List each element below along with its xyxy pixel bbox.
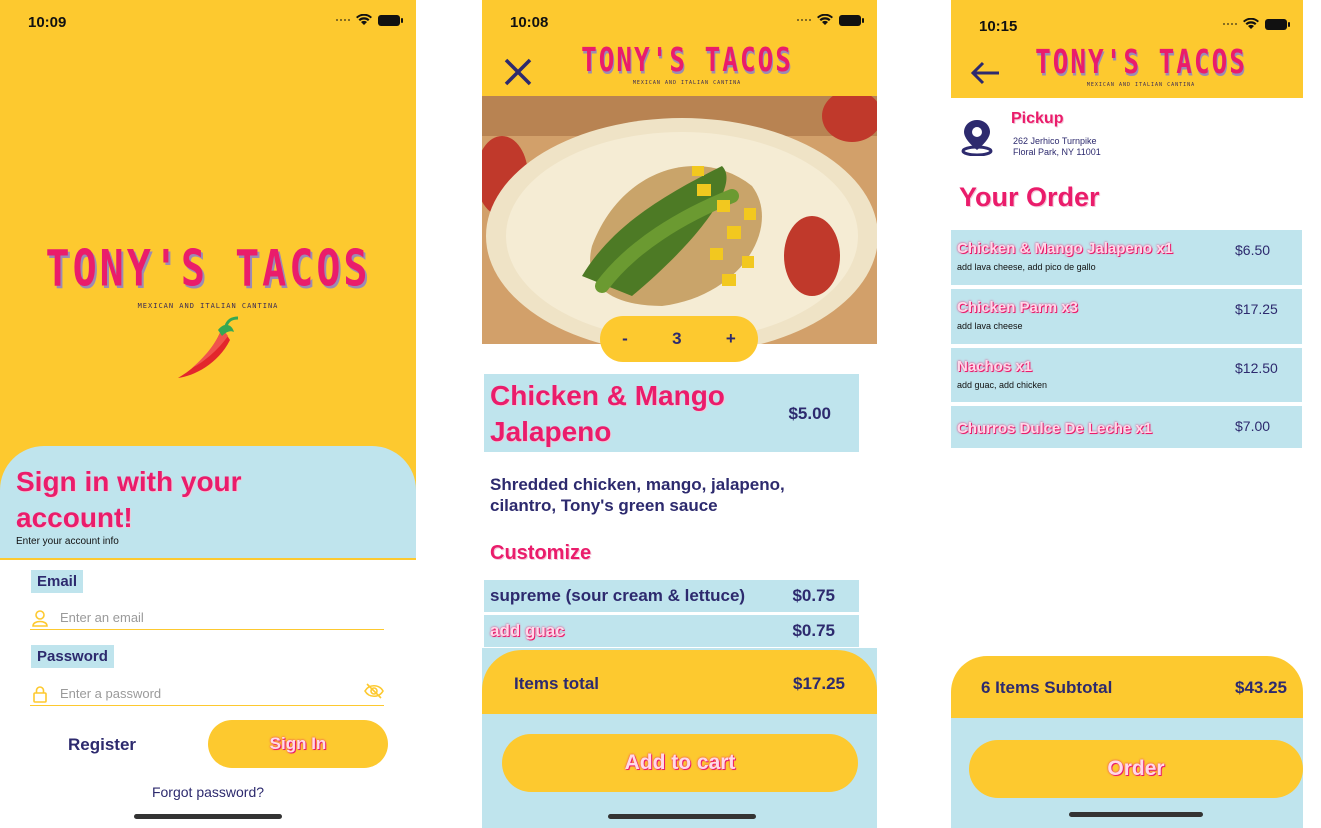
signal-icon xyxy=(1223,23,1237,25)
option-label: add guac xyxy=(490,621,565,640)
order-item-price: $7.00 xyxy=(1235,418,1271,434)
item-title-box: Chicken & Mango Jalapeno $5.00 xyxy=(484,374,859,452)
order-item-name: Chicken & Mango Jalapeno x1 xyxy=(957,240,1173,257)
order-item-mods: add lava cheese xyxy=(957,321,1023,331)
order-screen: 10:15 TONY'S TACOS MEXICAN AND ITALIAN C… xyxy=(951,0,1303,828)
status-bar: 10:08 xyxy=(482,0,877,40)
signin-button[interactable]: Sign In xyxy=(208,720,388,768)
status-bar: 10:09 xyxy=(0,0,416,40)
subtotal-label: 6 Items Subtotal xyxy=(981,678,1113,697)
email-field[interactable]: Enter an email xyxy=(30,606,384,630)
status-icons xyxy=(1223,18,1290,30)
chili-pepper-icon xyxy=(178,316,239,378)
order-item-mods: add guac, add chicken xyxy=(957,380,1048,390)
brand-logo: TONY'S TACOS MEXICAN AND ITALIAN CANTINA xyxy=(1031,44,1251,88)
status-bar: 10:15 xyxy=(951,0,1303,40)
item-screen: 10:08 TONY'S TACOS MEXICAN AND ITALIAN C… xyxy=(482,0,877,828)
order-line-item[interactable]: Churros Dulce De Leche x1 $7.00 xyxy=(951,406,1302,448)
option-price: $0.75 xyxy=(792,621,835,640)
order-item-name: Chicken Parm x3 xyxy=(957,299,1078,316)
pickup-address: 262 Jerhico Turnpike Floral Park, NY 110… xyxy=(1013,136,1101,158)
wifi-icon xyxy=(356,14,372,25)
order-item-price: $12.50 xyxy=(1235,360,1278,376)
signin-screen: 10:09 TONY'S TACOS MEXICAN AND ITALIAN C… xyxy=(0,0,416,828)
order-item-price: $17.25 xyxy=(1235,301,1278,317)
signin-subhead: Enter your account info xyxy=(16,536,119,547)
brand-name: TONY'S TACOS xyxy=(45,240,371,298)
option-label: supreme (sour cream & lettuce) xyxy=(490,586,746,605)
lock-icon xyxy=(30,684,50,704)
eye-off-icon[interactable] xyxy=(364,683,384,704)
order-item-name: Nachos x1 xyxy=(957,358,1033,375)
status-icons xyxy=(797,14,864,26)
battery-icon xyxy=(378,14,403,26)
home-indicator xyxy=(608,814,756,819)
status-time: 10:09 xyxy=(28,14,67,31)
quantity-decrease-button[interactable]: - xyxy=(622,329,628,349)
signal-icon xyxy=(336,19,350,21)
password-placeholder: Enter a password xyxy=(60,686,162,701)
order-item-mods: add lava cheese, add pico de gallo xyxy=(957,262,1096,272)
items-total-bar: Items total $17.25 xyxy=(482,650,877,714)
email-label: Email xyxy=(31,570,84,593)
order-button[interactable]: Order xyxy=(969,740,1303,798)
item-description: Shredded chicken, mango, jalapeno, cilan… xyxy=(490,475,785,515)
location-pin-icon xyxy=(961,120,993,156)
item-price: $5.00 xyxy=(788,404,831,423)
subtotal-bar: 6 Items Subtotal $43.25 xyxy=(951,656,1303,718)
quantity-value: 3 xyxy=(672,329,682,348)
brand-tagline: MEXICAN AND ITALIAN CANTINA xyxy=(632,80,742,86)
email-placeholder: Enter an email xyxy=(60,610,144,625)
back-arrow-icon[interactable] xyxy=(969,60,1001,86)
address-line-2: Floral Park, NY 11001 xyxy=(1013,147,1101,157)
order-item-price: $6.50 xyxy=(1235,242,1271,258)
customize-heading: Customize xyxy=(490,542,592,564)
wifi-icon xyxy=(817,14,833,25)
password-field[interactable]: Enter a password xyxy=(30,682,384,706)
items-total-value: $17.25 xyxy=(793,674,845,693)
item-name: Chicken & Mango Jalapeno xyxy=(490,380,725,447)
your-order-heading: Your Order xyxy=(959,182,1100,212)
battery-icon xyxy=(1265,18,1290,30)
battery-icon xyxy=(839,14,864,26)
home-indicator xyxy=(1069,812,1203,817)
address-line-1: 262 Jerhico Turnpike xyxy=(1013,136,1097,146)
user-icon xyxy=(30,608,50,628)
add-to-cart-button[interactable]: Add to cart xyxy=(502,734,858,792)
option-row-selected[interactable]: add guac $0.75 xyxy=(484,615,859,647)
option-price: $0.75 xyxy=(792,586,835,605)
quantity-increase-button[interactable]: + xyxy=(726,329,736,349)
taco-photo xyxy=(482,96,877,344)
brand-name: TONY'S TACOS xyxy=(1035,44,1247,82)
quantity-stepper: - 3 + xyxy=(600,316,758,362)
status-time: 10:08 xyxy=(510,14,549,31)
brand-logo: TONY'S TACOS MEXICAN AND ITALIAN CANTINA xyxy=(0,240,416,310)
option-row[interactable]: supreme (sour cream & lettuce) $0.75 xyxy=(484,580,859,612)
forgot-password-link[interactable]: Forgot password? xyxy=(0,784,416,800)
items-total-label: Items total xyxy=(514,674,600,693)
status-time: 10:15 xyxy=(979,18,1018,35)
register-button[interactable]: Register xyxy=(68,735,136,755)
order-line-item[interactable]: Nachos x1 $12.50 add guac, add chicken xyxy=(951,348,1302,402)
home-indicator xyxy=(134,814,282,819)
order-line-item[interactable]: Chicken & Mango Jalapeno x1 $6.50 add la… xyxy=(951,230,1302,285)
signin-headline: Sign in with your account! xyxy=(16,466,242,533)
wifi-icon xyxy=(1243,18,1259,29)
order-line-item[interactable]: Chicken Parm x3 $17.25 add lava cheese xyxy=(951,289,1302,344)
brand-name: TONY'S TACOS xyxy=(581,42,793,80)
brand-logo: TONY'S TACOS MEXICAN AND ITALIAN CANTINA xyxy=(572,42,802,86)
password-label: Password xyxy=(31,645,114,668)
status-icons xyxy=(336,14,403,26)
brand-tagline: MEXICAN AND ITALIAN CANTINA xyxy=(137,302,279,310)
signal-icon xyxy=(797,19,811,21)
close-icon[interactable] xyxy=(502,56,534,88)
pickup-label: Pickup xyxy=(1011,110,1064,127)
order-item-name: Churros Dulce De Leche x1 xyxy=(957,420,1153,437)
subtotal-value: $43.25 xyxy=(1235,678,1287,697)
brand-tagline: MEXICAN AND ITALIAN CANTINA xyxy=(1086,82,1196,88)
